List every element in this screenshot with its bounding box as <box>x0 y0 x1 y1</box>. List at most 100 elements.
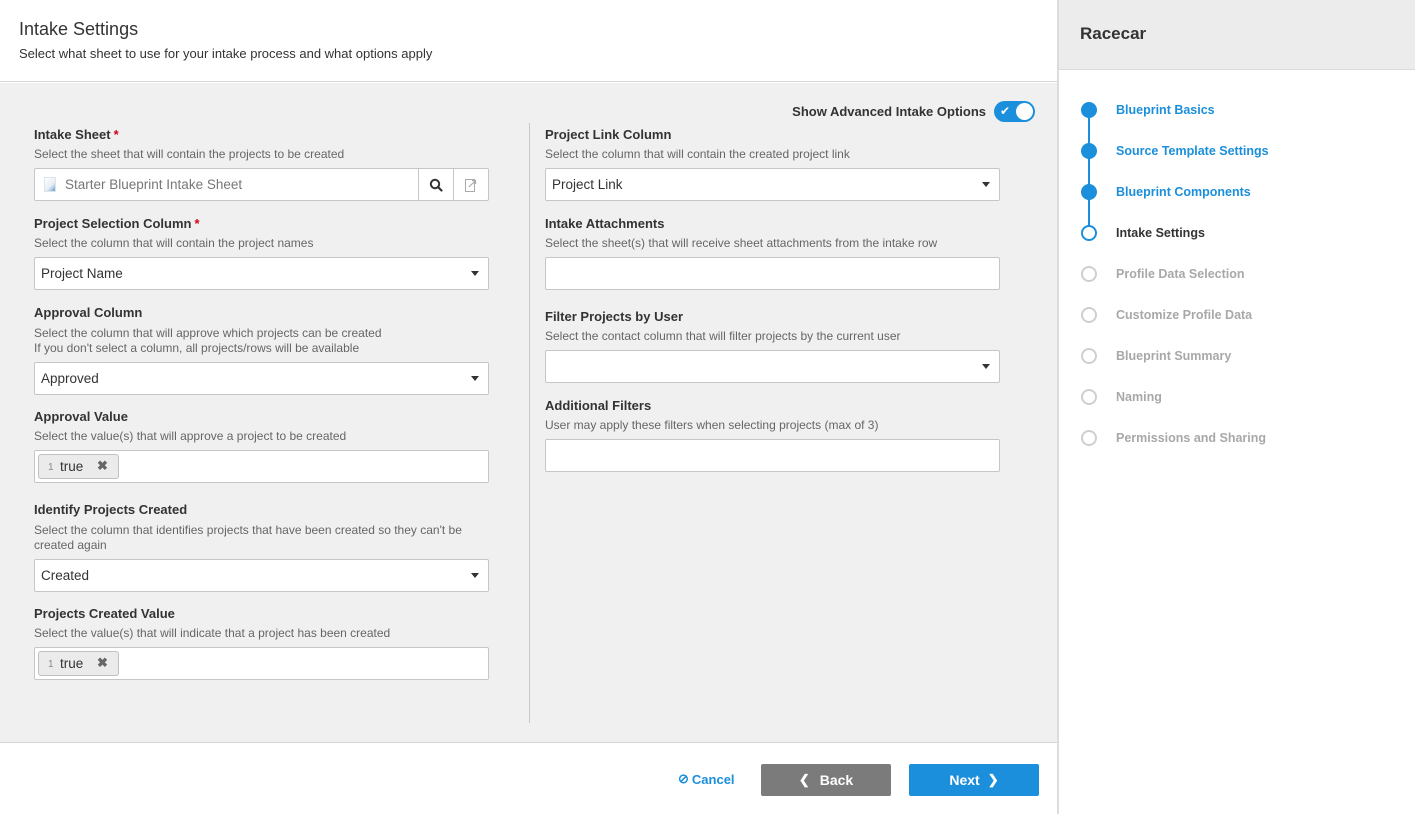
intake-sheet-value: Starter Blueprint Intake Sheet <box>65 177 243 192</box>
step-label: Customize Profile Data <box>1116 308 1253 322</box>
approval-column-desc: Select the column that will approve whic… <box>34 326 382 340</box>
intake-attachments-field: Intake Attachments Select the sheet(s) t… <box>545 216 1000 290</box>
search-sheet-button[interactable] <box>418 169 453 200</box>
approval-value-label: Approval Value <box>34 409 128 424</box>
value-tag: 1 true ✖ <box>38 454 119 479</box>
toggle-knob <box>1016 103 1033 120</box>
approval-column-dropdown[interactable]: Approved <box>34 362 489 395</box>
step-label: Blueprint Summary <box>1116 349 1232 363</box>
additional-filters-desc: User may apply these filters when select… <box>545 418 879 432</box>
page-title: Intake Settings <box>19 19 139 39</box>
step-current-icon <box>1081 225 1097 241</box>
form-area: Show Advanced Intake Options ✔ Intake Sh… <box>0 83 1057 743</box>
identify-created-desc: Select the column that identifies projec… <box>34 523 462 552</box>
additional-filters-input[interactable] <box>545 439 1000 472</box>
identify-created-value: Created <box>41 568 90 583</box>
created-value-tag-input[interactable]: 1 true ✖ <box>34 647 489 680</box>
intake-attachments-input[interactable] <box>545 257 1000 290</box>
caret-down-icon <box>471 573 479 578</box>
value-tag: 1 true ✖ <box>38 651 119 676</box>
remove-tag-icon[interactable]: ✖ <box>97 655 108 671</box>
sidebar-header: Racecar <box>1059 0 1415 70</box>
project-selection-desc: Select the column that will contain the … <box>34 236 314 250</box>
additional-filters-field: Additional Filters User may apply these … <box>545 398 1000 472</box>
page-subtitle: Select what sheet to use for your intake… <box>19 46 433 61</box>
next-button[interactable]: Next ❯ <box>909 764 1039 796</box>
caret-down-icon <box>982 364 990 369</box>
created-value-desc: Select the value(s) that will indicate t… <box>34 626 391 640</box>
page-header: Intake Settings Select what sheet to use… <box>0 0 1057 82</box>
additional-filters-label: Additional Filters <box>545 398 652 413</box>
identify-created-field: Identify Projects Created Select the col… <box>34 502 489 592</box>
created-value-label: Projects Created Value <box>34 606 175 621</box>
project-link-field: Project Link Column Select the column th… <box>545 127 1000 201</box>
tag-index: 1 <box>48 659 54 670</box>
sheet-icon <box>44 177 56 192</box>
advanced-options-label: Show Advanced Intake Options <box>792 104 986 119</box>
step-label: Source Template Settings <box>1116 144 1269 158</box>
filter-by-user-dropdown[interactable] <box>545 350 1000 383</box>
step-source-template-settings[interactable]: Source Template Settings <box>1059 131 1415 187</box>
approval-value-desc: Select the value(s) that will approve a … <box>34 429 347 443</box>
open-sheet-button[interactable] <box>453 169 488 200</box>
caret-down-icon <box>471 376 479 381</box>
back-label: Back <box>819 772 854 788</box>
step-label: Intake Settings <box>1116 226 1205 240</box>
project-link-label: Project Link Column <box>545 127 672 142</box>
project-selection-value: Project Name <box>41 266 123 281</box>
project-selection-dropdown[interactable]: Project Name <box>34 257 489 290</box>
step-blueprint-basics[interactable]: Blueprint Basics <box>1059 90 1415 146</box>
step-label: Naming <box>1116 390 1162 404</box>
step-complete-icon <box>1081 184 1097 200</box>
approval-value-field: Approval Value Select the value(s) that … <box>34 409 489 483</box>
intake-sheet-field: Intake Sheet * Select the sheet that will… <box>34 127 489 201</box>
tag-value: true <box>60 459 84 474</box>
next-label: Next <box>949 772 980 788</box>
required-mark: * <box>113 127 119 142</box>
step-customize-profile-data[interactable]: Customize Profile Data <box>1059 295 1415 336</box>
step-label: Profile Data Selection <box>1116 267 1245 281</box>
advanced-options-toggle-group: Show Advanced Intake Options ✔ <box>792 101 1035 122</box>
project-link-dropdown[interactable]: Project Link <box>545 168 1000 201</box>
ban-icon: ⊘ <box>678 771 689 786</box>
step-permissions-and-sharing[interactable]: Permissions and Sharing <box>1059 418 1415 459</box>
step-blueprint-summary[interactable]: Blueprint Summary <box>1059 336 1415 377</box>
step-pending-icon <box>1081 348 1097 364</box>
footer-bar: ⊘ Cancel ❮ Back Next ❯ <box>0 744 1057 814</box>
step-label: Permissions and Sharing <box>1116 431 1267 445</box>
step-intake-settings[interactable]: Intake Settings <box>1059 213 1415 254</box>
search-icon <box>429 178 443 192</box>
approval-column-value: Approved <box>41 371 99 386</box>
step-profile-data-selection[interactable]: Profile Data Selection <box>1059 254 1415 295</box>
intake-sheet-label: Intake Sheet <box>34 127 111 142</box>
intake-sheet-desc: Select the sheet that will contain the p… <box>34 147 345 161</box>
intake-attachments-desc: Select the sheet(s) that will receive sh… <box>545 236 938 250</box>
identify-created-label: Identify Projects Created <box>34 502 188 517</box>
back-button[interactable]: ❮ Back <box>761 764 891 796</box>
intake-sheet-input: Starter Blueprint Intake Sheet <box>34 168 489 201</box>
step-pending-icon <box>1081 307 1097 323</box>
approval-value-tag-input[interactable]: 1 true ✖ <box>34 450 489 483</box>
step-complete-icon <box>1081 143 1097 159</box>
main-panel: Intake Settings Select what sheet to use… <box>0 0 1057 814</box>
remove-tag-icon[interactable]: ✖ <box>97 458 108 474</box>
step-complete-icon <box>1081 102 1097 118</box>
intake-sheet-value-box[interactable]: Starter Blueprint Intake Sheet <box>35 169 418 200</box>
caret-down-icon <box>471 271 479 276</box>
step-naming[interactable]: Naming <box>1059 377 1415 418</box>
step-blueprint-components[interactable]: Blueprint Components <box>1059 172 1415 228</box>
step-pending-icon <box>1081 430 1097 446</box>
created-value-field: Projects Created Value Select the value(… <box>34 606 489 680</box>
chevron-left-icon: ❮ <box>798 772 810 787</box>
filter-by-user-label: Filter Projects by User <box>545 309 683 324</box>
step-pending-icon <box>1081 266 1097 282</box>
tag-index: 1 <box>48 462 54 473</box>
identify-created-dropdown[interactable]: Created <box>34 559 489 592</box>
step-label: Blueprint Components <box>1116 185 1251 199</box>
required-mark: * <box>194 216 200 231</box>
project-link-desc: Select the column that will contain the … <box>545 147 850 161</box>
approval-column-desc-2: If you don't select a column, all projec… <box>34 341 360 355</box>
approval-column-label: Approval Column <box>34 305 143 320</box>
advanced-options-toggle[interactable]: ✔ <box>994 101 1035 122</box>
cancel-button[interactable]: ⊘ Cancel <box>678 771 735 787</box>
